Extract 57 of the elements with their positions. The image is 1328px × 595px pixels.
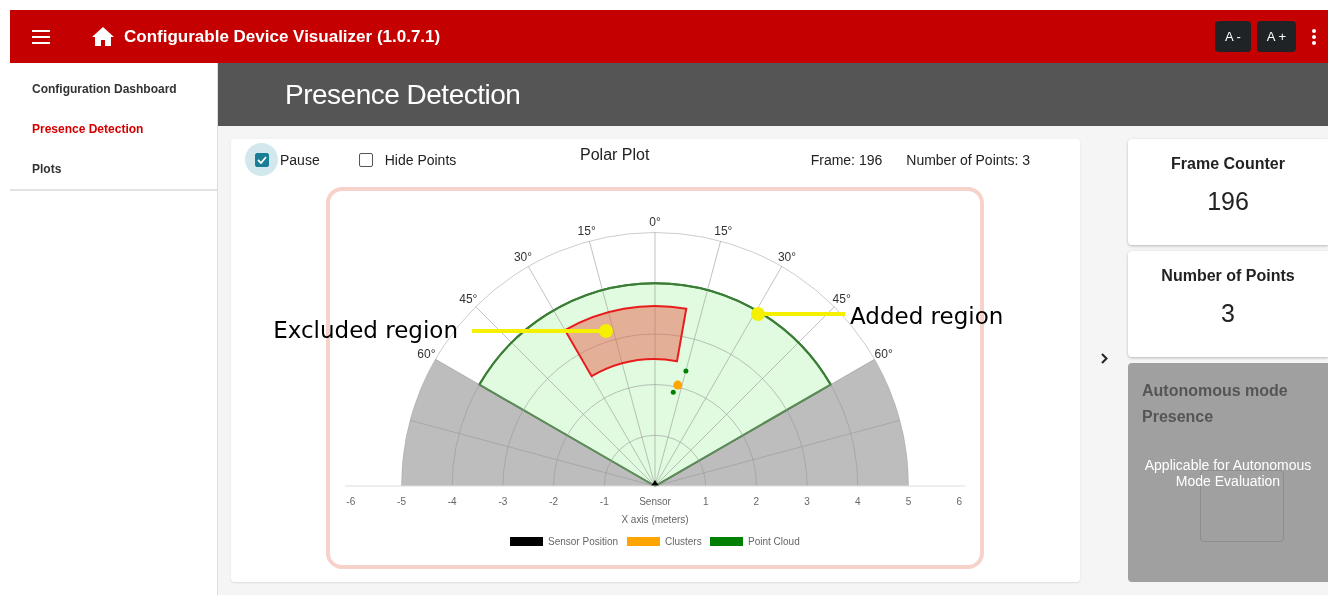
chevron-right-icon[interactable] [1100,353,1108,364]
stat-value: 196 [1207,187,1249,216]
angle-label: 0° [649,215,661,229]
frame-label: Frame: 196 [810,151,883,168]
annotation-label: Added region [850,303,1004,329]
axis-tick-label: 5 [905,496,912,507]
status-message: Applicable for Autonomous Mode Evaluation [1143,457,1313,489]
card-subtitle: Presence [1142,407,1215,427]
sidebar-item[interactable]: Presence Detection [10,109,217,149]
home-icon[interactable] [92,27,114,46]
axis-tick-label: -5 [397,496,406,507]
angle-label: 45° [832,292,851,307]
axis-tick-label: 4 [855,496,861,507]
angle-label: 15° [714,224,733,238]
sensor-marker [651,480,659,486]
axis-tick-label: -2 [549,496,559,507]
angle-label: 45° [459,292,478,307]
axis-tick-label: -6 [346,496,356,507]
stat-value: 3 [1221,299,1235,328]
axis-tick-label: -3 [498,496,508,507]
sidebar-item[interactable]: Configuration Dashboard [10,69,217,109]
axis-tick-label: Sensor [639,496,671,507]
page-title: Presence Detection [285,78,521,111]
stat-title: Frame Counter [1171,155,1285,173]
font-size-button[interactable]: A + [1256,21,1296,52]
axis-tick-label: 3 [804,496,810,507]
angle-label: 60° [417,347,436,361]
angle-label: 60° [874,347,893,361]
angle-label: 15° [577,224,596,238]
checkbox[interactable] [245,143,278,176]
axis-tick-label: -4 [447,496,457,507]
check-icon [256,155,267,164]
sidebar-item[interactable]: Plots [10,149,217,189]
angle-label: 30° [513,250,533,265]
legend-label[interactable]: Point Cloud [748,536,800,547]
more-icon[interactable] [1312,28,1316,45]
stat-title: Number of Points [1161,267,1295,285]
legend-label[interactable]: Sensor Position [548,536,619,547]
app-title: Configurable Device Visualizer (1.0.7.1) [124,26,442,47]
axis-tick-label: 6 [956,496,962,507]
legend-label[interactable]: Clusters [665,536,702,547]
point-cloud-point [670,389,676,395]
axis-tick-label: -1 [599,496,609,507]
point-cloud-point [683,368,689,374]
points-label: Number of Points: 3 [906,151,1030,168]
card-title: Autonomous mode [1142,381,1289,401]
angle-label: 30° [777,250,797,265]
checkbox-option[interactable]: Pause [245,143,320,176]
checkbox-option[interactable]: Hide Points [349,143,457,176]
annotation-label: Excluded region [273,317,458,343]
axis-title: X axis (meters) [621,514,689,525]
font-size-button[interactable]: A - [1214,21,1251,52]
axis-tick-label: 1 [702,496,709,507]
axis-tick-label: 2 [753,496,760,507]
menu-icon[interactable] [32,29,52,44]
cluster-point [673,380,683,390]
plot-title: Polar Plot [580,146,650,164]
